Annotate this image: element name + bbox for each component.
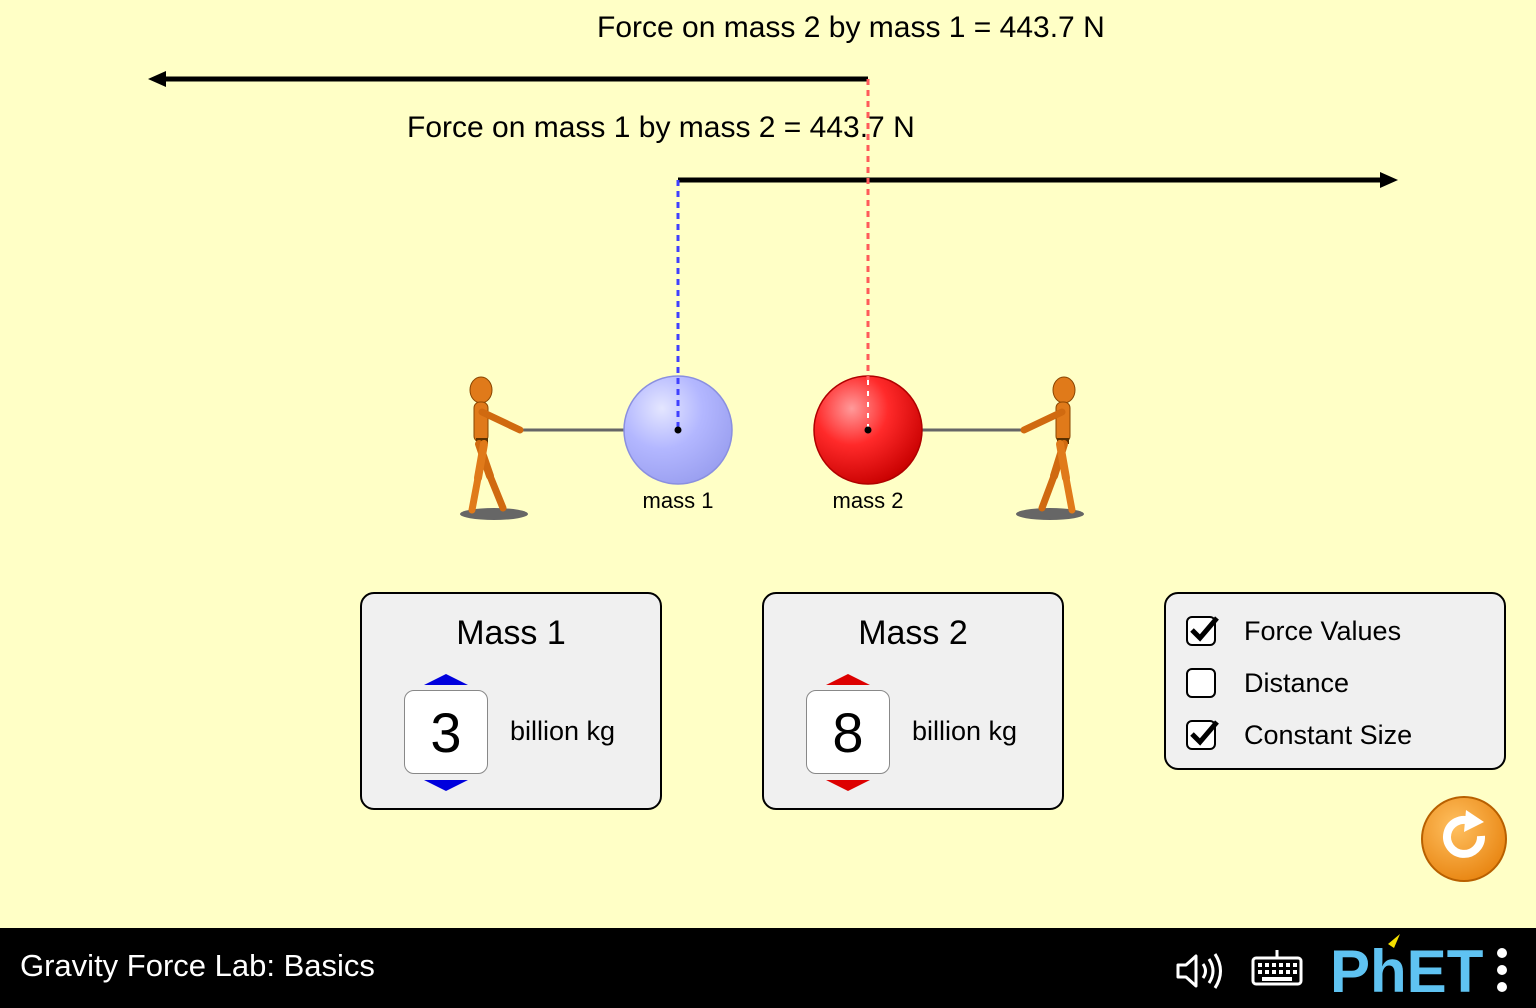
mass-2-label: mass 2 [832,488,904,513]
force-on-mass-2-label: Force on mass 2 by mass 1 = 443.7 N [597,11,1105,44]
simulation-stage: Force on mass 2 by mass 1 = 443.7 N Forc… [0,0,1536,928]
force-arrow-on-mass-2 [148,71,868,87]
mass-2-panel-title: Mass 2 [858,614,968,652]
mass-1-decrement-arrow[interactable] [424,780,468,791]
puller-right-figure [1016,376,1084,520]
distance-checkbox[interactable] [1186,668,1216,698]
distance-option[interactable]: Distance [1186,666,1349,700]
force-values-option[interactable]: Force Values [1186,614,1401,648]
mass-2-control-panel: Mass 2 8 billion kg [762,592,1064,810]
puller-left-figure [460,376,528,520]
mass-1-unit-label: billion kg [510,716,616,746]
checkmark-icon [1190,720,1219,746]
checkmark-icon [1190,616,1219,642]
options-panel: Force Values Distance Constant Size [1164,592,1506,770]
mass-2-unit-label: billion kg [912,716,1018,746]
phet-logo-text: PhET [1330,938,1483,998]
mass-2-increment-arrow[interactable] [826,674,870,685]
force-arrow-on-mass-1 [678,172,1398,188]
mass-1-increment-arrow[interactable] [424,674,468,685]
mass-1-panel-title: Mass 1 [456,614,566,652]
constant-size-checkbox[interactable] [1186,720,1219,750]
mass-2-center-dot [864,426,872,434]
distance-label: Distance [1244,667,1350,698]
navigation-bar: Gravity Force Lab: Basics PhET [0,928,1536,1008]
force-values-checkbox[interactable] [1186,616,1219,646]
keyboard-icon[interactable] [1250,946,1304,988]
mass-1-control-panel: Mass 1 3 billion kg [360,592,662,810]
reset-all-button[interactable] [1421,796,1507,882]
sound-icon[interactable] [1174,950,1226,992]
menu-icon[interactable] [1492,946,1512,996]
constant-size-label: Constant Size [1244,719,1413,750]
force-values-label: Force Values [1244,615,1402,646]
constant-size-option[interactable]: Constant Size [1186,718,1412,752]
force-on-mass-1-label: Force on mass 1 by mass 2 = 443.7 N [407,111,915,144]
phet-logo[interactable]: PhET [1328,934,1488,998]
mass-2-number-spinner[interactable]: 8 [806,690,890,774]
mass-1-label: mass 1 [642,488,714,513]
mass-1-center-dot [674,426,682,434]
mass-2-decrement-arrow[interactable] [826,780,870,791]
sim-title: Gravity Force Lab: Basics [20,948,375,983]
mass-1-number-spinner[interactable]: 3 [404,690,488,774]
